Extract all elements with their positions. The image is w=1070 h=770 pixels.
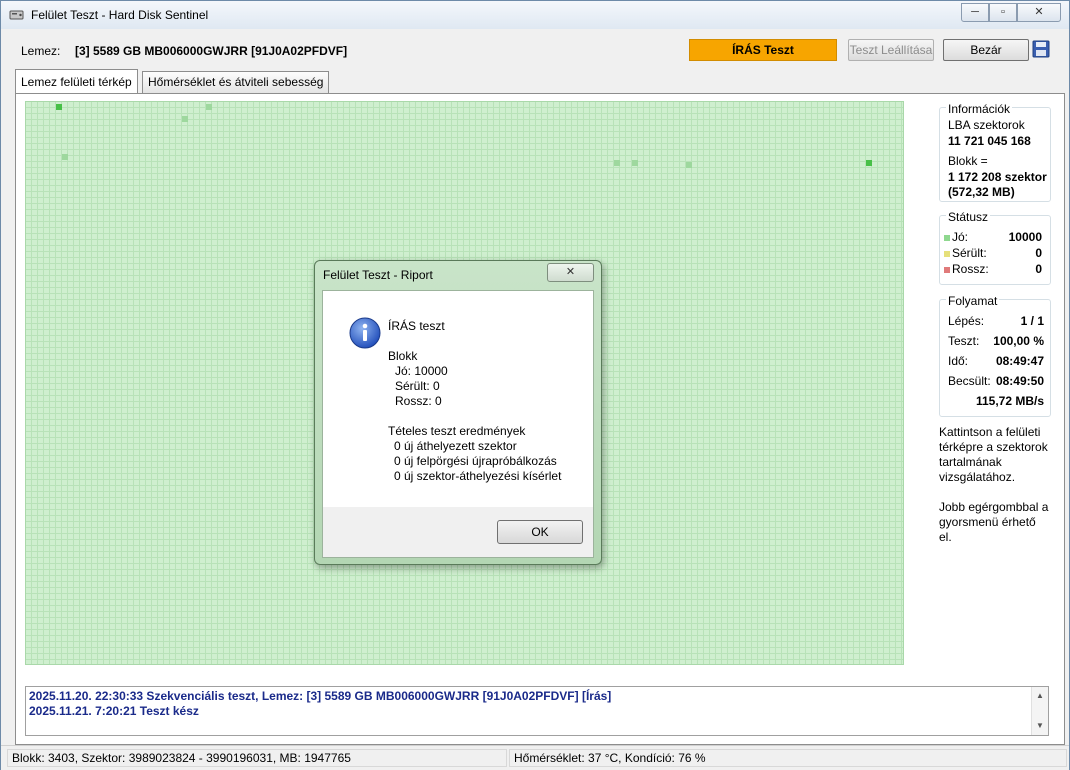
floppy-disk-icon[interactable]: [1032, 40, 1050, 58]
ok-button[interactable]: OK: [497, 520, 583, 544]
dialog-body: ÍRÁS teszt Blokk Jó: 10000 Sérült: 0 Ros…: [322, 290, 594, 508]
minimize-button[interactable]: ─: [961, 3, 989, 22]
dialog-damaged: Sérült: 0: [395, 379, 440, 393]
dialog-close-button[interactable]: ✕: [547, 263, 594, 282]
map-cell[interactable]: [632, 160, 638, 166]
test-value: 100,00 %: [993, 334, 1044, 348]
log-line: 2025.11.21. 7:20:21 Teszt kész: [29, 704, 199, 718]
status-title: Státusz: [946, 210, 991, 224]
time-label: Idő:: [948, 354, 969, 368]
damaged-label: Sérült:: [944, 246, 987, 260]
dialog-heading: ÍRÁS teszt: [388, 319, 445, 333]
damaged-color-swatch: [944, 250, 950, 257]
damaged-value: 0: [1035, 246, 1042, 260]
stop-test-button[interactable]: Teszt Leállítása: [848, 39, 934, 61]
dialog-bad: Rossz: 0: [395, 394, 442, 408]
time-value: 08:49:47: [995, 354, 1044, 368]
log-line: 2025.11.20. 22:30:33 Szekvenciális teszt…: [29, 689, 612, 703]
estimated-label: Becsült:: [948, 374, 991, 388]
map-cell[interactable]: [614, 160, 620, 166]
lba-value: 11 721 045 168: [948, 134, 1031, 148]
maximize-button[interactable]: ▫: [989, 3, 1017, 22]
dialog-result-1: 0 új áthelyezett szektor: [394, 439, 517, 453]
scroll-down-icon[interactable]: ▼: [1036, 721, 1044, 730]
bad-label: Rossz:: [944, 262, 989, 276]
close-window-button[interactable]: ✕: [1017, 3, 1061, 22]
header-bar: Lemez: [3] 5589 GB MB006000GWJRR [91J0A0…: [1, 31, 1069, 67]
hint-click-map: Kattintson a felületi térképre a szektor…: [939, 425, 1048, 484]
info-title: Információk: [946, 102, 1013, 116]
dialog-result-3: 0 új szektor-áthelyezési kísérlet: [394, 469, 562, 483]
status-group: Státusz Jó: 10000 Sérült: 0 Rossz: 0: [939, 210, 1051, 285]
estimated-value: 08:49:50: [995, 374, 1044, 388]
status-bar: Blokk: 3403, Szektor: 3989023824 - 39901…: [1, 745, 1069, 770]
lba-label: LBA szektorok: [948, 118, 1025, 132]
bad-value: 0: [1035, 262, 1042, 276]
tab-surface-map[interactable]: Lemez felületi térkép: [15, 69, 138, 93]
speed-value: 115,72 MB/s: [975, 394, 1044, 408]
test-status-badge: ÍRÁS Teszt: [689, 39, 837, 61]
progress-title: Folyamat: [946, 294, 1000, 308]
window-title: Felület Teszt - Hard Disk Sentinel: [31, 8, 209, 22]
title-bar[interactable]: Felület Teszt - Hard Disk Sentinel ─ ▫ ✕: [1, 1, 1069, 29]
good-value: 10000: [1008, 230, 1042, 244]
disk-value: [3] 5589 GB MB006000GWJRR [91J0A02PFDVF]: [75, 44, 348, 58]
tab-temperature-speed[interactable]: Hőmérséklet és átviteli sebesség: [142, 71, 330, 93]
good-color-swatch: [944, 234, 950, 241]
dialog-result-2: 0 új felpörgési újrapróbálkozás: [394, 454, 557, 468]
status-temperature: Hőmérséklet: 37 °C, Kondíció: 76 %: [509, 749, 1067, 767]
log-scrollbar[interactable]: ▲ ▼: [1031, 687, 1048, 735]
dialog-title: Felület Teszt - Riport: [323, 268, 433, 282]
bad-color-swatch: [944, 266, 950, 273]
step-label: Lépés:: [948, 314, 985, 328]
dialog-good: Jó: 10000: [395, 364, 448, 378]
dialog-block-label: Blokk: [388, 349, 418, 363]
status-block-info: Blokk: 3403, Szektor: 3989023824 - 39901…: [7, 749, 507, 767]
good-label: Jó:: [944, 230, 968, 244]
close-button[interactable]: Bezár: [943, 39, 1029, 61]
info-icon: [349, 317, 381, 349]
log-box[interactable]: 2025.11.20. 22:30:33 Szekvenciális teszt…: [25, 686, 1049, 736]
map-cell[interactable]: [206, 104, 212, 110]
disk-label: Lemez:: [21, 44, 61, 58]
step-value: 1 / 1: [1020, 314, 1044, 328]
map-cell[interactable]: [182, 116, 188, 122]
dialog-results-label: Tételes teszt eredmények: [388, 424, 526, 438]
hint-right-click: Jobb egérgombbal a gyorsmenü érhető el.: [939, 500, 1049, 544]
scroll-up-icon[interactable]: ▲: [1036, 691, 1044, 700]
map-cell[interactable]: [866, 160, 872, 166]
report-dialog: Felület Teszt - Riport ✕ ÍRÁS teszt Blok…: [314, 260, 602, 565]
info-group: Információk LBA szektorok 11 721 045 168…: [939, 102, 1051, 202]
block-size: (572,32 MB): [948, 185, 1015, 199]
map-cell[interactable]: [686, 162, 692, 168]
progress-group: Folyamat Lépés: 1 / 1 Teszt: 100,00 % Id…: [939, 294, 1051, 417]
map-cell[interactable]: [56, 104, 62, 110]
disk-app-icon: [9, 10, 24, 20]
map-cell[interactable]: [62, 154, 68, 160]
test-label: Teszt:: [948, 334, 980, 348]
block-label: Blokk =: [948, 154, 988, 168]
block-value: 1 172 208 szektor: [948, 170, 1047, 184]
dialog-footer: OK: [322, 507, 594, 558]
